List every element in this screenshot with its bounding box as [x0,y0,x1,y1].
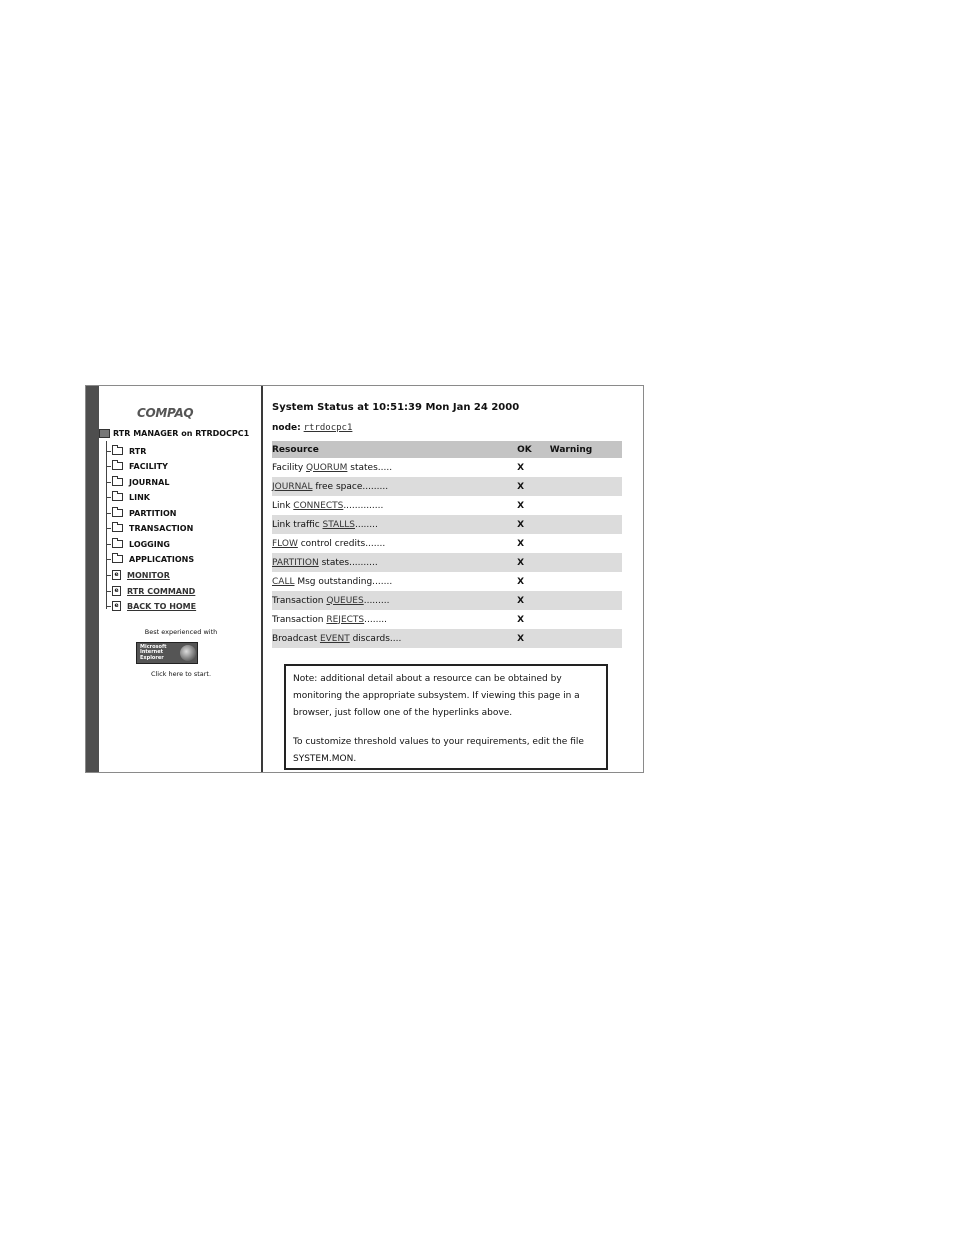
table-header-row: Resource OK Warning [272,441,622,458]
header-resource: Resource [272,441,516,458]
header-warning: Warning [547,441,622,458]
sidebar-item-label: FACILITY [129,461,168,471]
sidebar-item-rtr[interactable]: RTR [106,444,146,458]
folder-icon [112,538,123,548]
table-row: JOURNAL free space......... X [272,477,622,496]
sidebar-item-label: JOURNAL [129,477,170,487]
node-line: node: rtrdocpc1 [272,423,352,433]
best-experienced-text: Best experienced with [144,628,218,636]
note-paragraph: To customize threshold values to your re… [293,737,584,764]
table-row: Transaction QUEUES......... X [272,591,622,610]
event-link[interactable]: EVENT [320,634,350,644]
page-icon: e [112,570,121,580]
warning-cell [547,629,622,648]
internet-explorer-badge[interactable]: Microsoft Internet Explorer [136,642,198,664]
folder-icon [112,553,123,563]
browser-screenshot: COMPAQ RTR MANAGER on RTRDOCPC1 RTR FACI… [85,385,644,773]
page-icon: e [112,601,121,611]
page-icon: e [112,586,121,596]
ok-cell: X [517,500,525,511]
warning-cell [547,591,622,610]
warning-cell [548,610,622,629]
stalls-link[interactable]: STALLS [323,520,355,530]
queues-link[interactable]: QUEUES [326,596,363,606]
folder-icon [112,476,123,486]
sidebar-item-label[interactable]: RTR COMMAND [127,587,195,596]
quorum-link[interactable]: QUORUM [306,463,347,473]
folder-icon [112,460,123,470]
ok-cell: X [515,515,548,534]
sidebar-item-back-to-home[interactable]: e BACK TO HOME [106,599,196,613]
tree-root-label: RTR MANAGER on RTRDOCPC1 [113,429,250,438]
folder-icon [112,522,123,532]
sidebar-item-label: LOGGING [129,539,170,549]
sidebar-item-label: APPLICATIONS [129,554,195,564]
main-frame: System Status at 10:51:39 Mon Jan 24 200… [272,386,632,772]
globe-icon [180,645,196,661]
compaq-logo[interactable]: COMPAQ [137,406,194,420]
sidebar-item-label: PARTITION [129,508,177,518]
header-ok: OK [515,441,548,458]
sidebar-item-label: RTR [129,446,147,456]
ok-cell: X [517,614,525,625]
sidebar-item-logging[interactable]: LOGGING [106,537,170,551]
sidebar-item-facility[interactable]: FACILITY [106,459,168,473]
folder-icon [112,507,123,517]
table-row: Link traffic STALLS........ X [272,515,622,534]
sidebar-item-monitor[interactable]: e MONITOR [106,568,170,582]
table-row: Link CONNECTS.............. X [272,496,622,515]
window-left-bar [86,386,99,772]
warning-cell [547,515,622,534]
connects-link[interactable]: CONNECTS [293,501,343,511]
note-box: Note: additional detail about a resource… [284,664,608,770]
table-row: PARTITION states.......... X [272,553,622,572]
warning-cell [548,534,622,553]
resource-status-table: Resource OK Warning Facility QUORUM stat… [272,441,622,648]
node-label: node: [272,423,301,433]
ok-cell: X [515,553,548,572]
sidebar-item-label[interactable]: MONITOR [127,571,170,580]
sidebar-item-label: LINK [129,492,150,502]
tree-root[interactable]: RTR MANAGER on RTRDOCPC1 [99,429,249,438]
ok-cell: X [517,462,525,473]
node-link[interactable]: rtrdocpc1 [304,423,353,433]
folder-icon [112,445,123,455]
sidebar-item-label: TRANSACTION [129,523,194,533]
call-link[interactable]: CALL [272,577,294,587]
table-row: CALL Msg outstanding....... X [272,572,622,591]
ok-cell: X [515,477,548,496]
warning-cell [547,477,622,496]
ok-cell: X [517,576,525,587]
sidebar-item-link[interactable]: LINK [106,490,150,504]
note-paragraph: Note: additional detail about a resource… [293,674,580,718]
table-row: Facility QUORUM states..... X [272,458,622,477]
journal-link[interactable]: JOURNAL [272,482,312,492]
folder-icon [112,491,123,501]
table-row: Transaction REJECTS........ X [272,610,622,629]
partition-link[interactable]: PARTITION [272,558,319,568]
page-title: System Status at 10:51:39 Mon Jan 24 200… [272,402,520,413]
ok-cell: X [515,629,548,648]
sidebar-item-journal[interactable]: JOURNAL [106,475,169,489]
flow-link[interactable]: FLOW [272,539,298,549]
warning-cell [548,496,622,515]
sidebar-item-partition[interactable]: PARTITION [106,506,176,520]
ok-cell: X [517,538,525,549]
ie-badge-text: Microsoft Internet Explorer [140,643,167,661]
sidebar-item-label[interactable]: BACK TO HOME [127,602,196,611]
warning-cell [548,458,622,477]
ok-cell: X [515,591,548,610]
sidebar-item-applications[interactable]: APPLICATIONS [106,552,194,566]
sidebar-frame: COMPAQ RTR MANAGER on RTRDOCPC1 RTR FACI… [99,386,263,772]
table-row: FLOW control credits....... X [272,534,622,553]
sidebar-item-transaction[interactable]: TRANSACTION [106,521,193,535]
rejects-link[interactable]: REJECTS [326,615,364,625]
warning-cell [547,553,622,572]
computer-icon [99,429,110,438]
click-here-link[interactable]: Click here to start. [99,670,263,678]
warning-cell [548,572,622,591]
table-row: Broadcast EVENT discards.... X [272,629,622,648]
sidebar-item-rtr-command[interactable]: e RTR COMMAND [106,584,195,598]
